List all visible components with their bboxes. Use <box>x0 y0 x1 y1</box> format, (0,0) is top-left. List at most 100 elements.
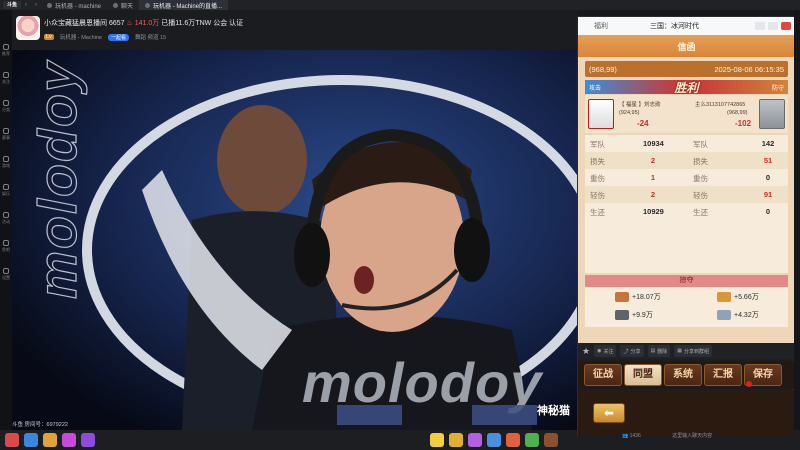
watch-together-tag[interactable]: 一起看 <box>108 33 130 41</box>
rail-item-0[interactable]: 推荐 <box>2 44 10 56</box>
douyu-logo: 斗鱼 <box>3 1 21 9</box>
star-icon[interactable]: ★ <box>582 346 590 357</box>
notification-dot <box>746 381 752 387</box>
iron-icon <box>717 310 731 320</box>
room-number: 斗鱼 房间号：6979222 <box>12 422 68 428</box>
rail-item-8[interactable]: 设置 <box>2 268 10 280</box>
game-title: 三国：冰河时代 <box>650 23 699 30</box>
gift-item[interactable] <box>487 433 501 447</box>
tab-favicon-icon <box>47 2 52 8</box>
report-datebar: (968,99) 2025-08-06 06:15:35 <box>585 61 788 77</box>
chat-bottom-bar: 👥 1436 这里输入聊天内容 <box>622 432 712 439</box>
welfare-label[interactable]: 福利 <box>594 21 608 31</box>
defender-avatar[interactable] <box>759 99 785 129</box>
loot-item-food: +5.66万 <box>717 292 759 302</box>
follow-button[interactable]: ◉ 关注 <box>594 345 617 357</box>
browser-tab-2[interactable]: 玩机器 - Machine的直播... <box>139 0 229 10</box>
letter-title: 信函 <box>677 42 696 52</box>
close-icon[interactable] <box>781 22 791 30</box>
rail-item-5[interactable]: 娱乐 <box>2 184 10 196</box>
group-icon: ▦ <box>677 348 682 354</box>
fighters-row: 【 福星 】刘志勋 (924,95) -24 主么3113107742865 (… <box>585 95 788 133</box>
tab-campaign[interactable]: 征战 <box>584 364 622 386</box>
minimize-icon[interactable] <box>768 22 778 30</box>
gift-item[interactable] <box>525 433 539 447</box>
streamer-name[interactable]: 玩机器 - Machine <box>60 33 102 41</box>
chat-input[interactable]: 这里输入聊天内容 <box>672 433 712 439</box>
rail-item-4[interactable]: 游戏 <box>2 156 10 168</box>
back-icon[interactable]: ‹ <box>21 2 31 8</box>
panel-window-controls <box>755 22 791 30</box>
battle-stats-table: 军队 10934 军队 142 损失 2 损失 51 重伤 1 重伤 0 轻伤 2 轻伤 91 … <box>585 135 788 273</box>
tab-report[interactable]: 汇报 <box>704 364 742 386</box>
gift-item[interactable] <box>43 433 57 447</box>
streamer-info-header: 小众宝藏猛晨恩播间 6657 ♨ 141.0万 已播11.6万TNW 公会 认证… <box>12 10 577 50</box>
trophy-icon <box>3 128 9 134</box>
room-category[interactable]: 舞蹈 频道 15 <box>135 33 166 41</box>
back-button[interactable]: ⬅ <box>593 403 625 423</box>
rail-item-3[interactable]: 赛事 <box>2 128 10 140</box>
delete-button[interactable]: ▤ 删除 <box>647 345 671 357</box>
video-caption-box-2 <box>472 405 537 425</box>
more-icon[interactable] <box>755 22 765 30</box>
star-icon <box>3 184 9 190</box>
fire-icon: ♨ <box>126 20 133 27</box>
gift-item[interactable] <box>449 433 463 447</box>
attacker-coords: (924,95) <box>619 110 640 116</box>
grid-icon <box>3 100 9 106</box>
loot-item-stone: +9.9万 <box>615 310 653 320</box>
panel-header: 福利 三国：冰河时代 <box>578 17 795 35</box>
report-datetime: 2025-08-06 06:15:35 <box>714 64 784 74</box>
viewer-count: 1436 <box>629 433 641 439</box>
result-label: 胜利 <box>674 80 699 95</box>
room-title: 小众宝藏猛晨恩播间 6657 ♨ 141.0万 已播11.6万TNW 公会 认证 <box>44 20 244 27</box>
left-nav-rail: 推荐 关注 分类 赛事 游戏 娱乐 活动 鱼吧 设置 <box>0 10 12 450</box>
chat-column-edge <box>794 10 800 430</box>
rail-item-7[interactable]: 鱼吧 <box>2 240 10 252</box>
battle-result-banner: 攻击 胜利 防守 <box>585 80 788 95</box>
gift-item[interactable] <box>62 433 76 447</box>
gift-item[interactable] <box>468 433 482 447</box>
rail-item-6[interactable]: 活动 <box>2 212 10 224</box>
gift-item[interactable] <box>544 433 558 447</box>
defender-score: -102 <box>735 119 752 128</box>
streamer-avatar[interactable] <box>16 16 40 40</box>
tab-favicon-icon <box>145 2 151 8</box>
tab-system[interactable]: 系统 <box>664 364 702 386</box>
panel-bottom: ⬅ <box>578 391 795 436</box>
browser-tab-1[interactable]: 聊天 <box>107 0 139 10</box>
stat-row: 轻伤 2 轻伤 91 <box>585 186 788 203</box>
gamepad-icon <box>3 156 9 162</box>
stream-video[interactable]: molodoy molodoy 神秘猫 <box>12 50 577 430</box>
viewer-stat: 141.0万 <box>134 20 160 27</box>
attacker-avatar[interactable] <box>588 99 614 129</box>
loot-grid: +18.07万 +5.66万 +9.9万 +4.32万 <box>585 287 788 327</box>
gift-item[interactable] <box>506 433 520 447</box>
gift-item[interactable] <box>24 433 38 447</box>
follow-icon: ◉ <box>597 348 602 354</box>
gift-item[interactable] <box>81 433 95 447</box>
defender-coords: (968,99) <box>727 110 748 116</box>
home-icon <box>3 44 9 50</box>
gift-item[interactable] <box>5 433 19 447</box>
share-group-button[interactable]: ▦ 分享到群组 <box>674 345 712 357</box>
heat-stat: 已播11.6万TNW <box>161 20 212 27</box>
stat-row: 损失 2 损失 51 <box>585 152 788 169</box>
attacker-score: -24 <box>637 119 649 128</box>
mini-program-panel: 福利 三国：冰河时代 信函 (968,99) 2025-08-06 06:15:… <box>577 16 795 436</box>
loot-item-iron: +4.32万 <box>717 310 759 320</box>
gift-item[interactable] <box>430 433 444 447</box>
fish-icon <box>3 240 9 246</box>
food-icon <box>717 292 731 302</box>
browser-tab-0[interactable]: 玩机器 - machine <box>41 0 107 10</box>
guild-badge: 公会 认证 <box>213 20 244 27</box>
rail-item-1[interactable]: 关注 <box>2 72 10 84</box>
tab-alliance[interactable]: 同盟 <box>624 364 662 386</box>
forward-icon[interactable]: › <box>31 2 41 8</box>
share-button[interactable]: ⤴ 分享 <box>620 345 644 357</box>
rail-item-2[interactable]: 分类 <box>2 100 10 112</box>
heart-icon <box>3 72 9 78</box>
stat-row: 军队 10934 军队 142 <box>590 139 775 149</box>
letter-title-bar: 信函 <box>578 35 795 57</box>
video-caption-box-1 <box>337 405 402 425</box>
